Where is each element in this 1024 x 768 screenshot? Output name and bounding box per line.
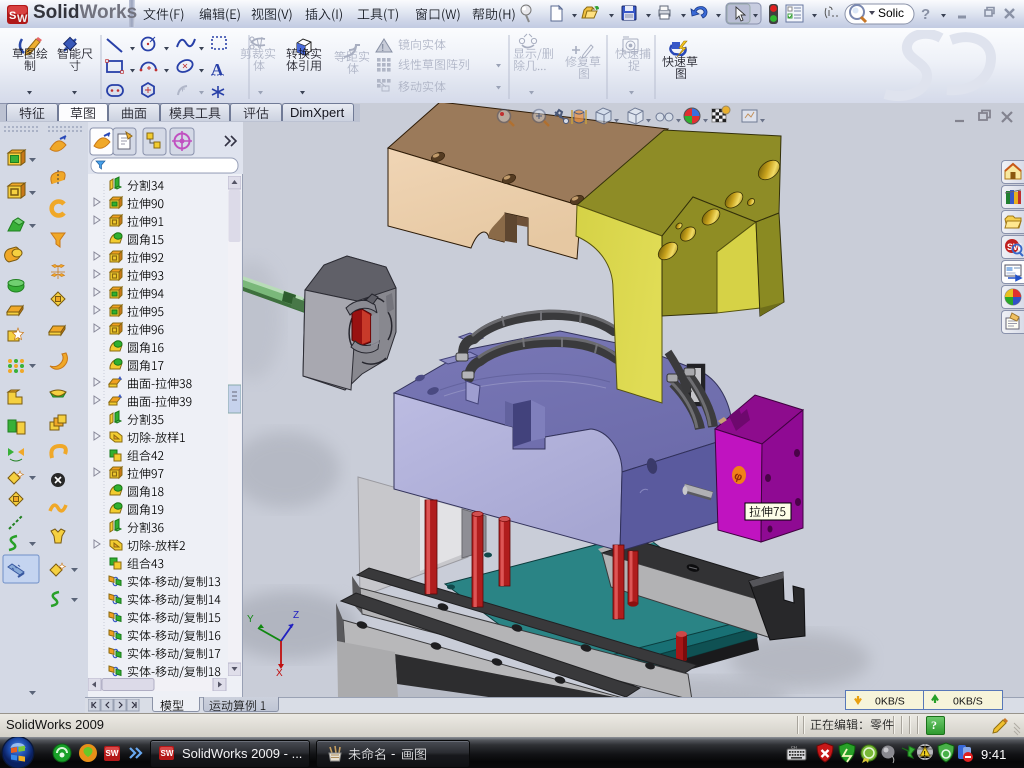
svg-text:A: A — [211, 60, 224, 79]
svg-text:X: X — [276, 668, 283, 679]
svg-text:9:41: 9:41 — [981, 747, 1006, 762]
svg-text:!: ! — [381, 43, 384, 54]
svg-text:!: ! — [924, 751, 926, 758]
svg-text:?: ? — [921, 6, 930, 23]
svg-text:CH: CH — [791, 745, 797, 750]
svg-text:Y: Y — [247, 614, 254, 625]
svg-text:Solic: Solic — [878, 6, 904, 20]
svg-text:0KB/S: 0KB/S — [953, 696, 983, 708]
svg-text:0KB/S: 0KB/S — [875, 696, 905, 708]
svg-text:Z: Z — [293, 610, 299, 621]
svg-text:SW: SW — [1007, 242, 1022, 252]
